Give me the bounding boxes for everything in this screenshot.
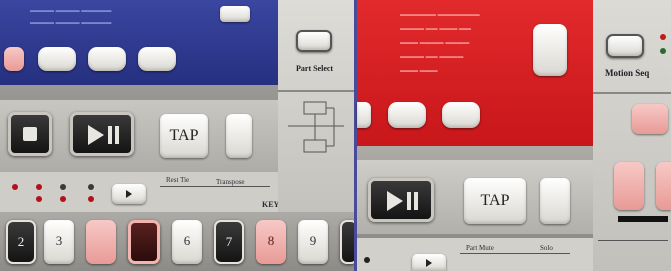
right-arrow-icon-2 (426, 259, 432, 267)
transpose-label: Transpose (216, 178, 245, 186)
middle-divider (278, 90, 354, 92)
pad-2-label: 2 (17, 234, 25, 249)
tap-button-left[interactable]: TAP (160, 114, 208, 158)
led-red-5 (88, 196, 94, 202)
tap-label-right: TAP (480, 192, 510, 209)
left-pink-edge-button[interactable] (4, 47, 24, 71)
led-bottom-dark (364, 257, 370, 263)
pad-7[interactable]: 7 (214, 220, 244, 264)
tap-label-left: TAP (169, 127, 199, 144)
play-pause-button-right[interactable] (368, 178, 434, 222)
far-right-black-bar (618, 216, 668, 222)
pad-6[interactable]: 6 (172, 220, 202, 264)
left-display-button-1[interactable] (38, 47, 76, 71)
far-right-pink-button-top[interactable] (632, 104, 668, 134)
left-display-ghost-text: ▬▬▬▬ ▬▬▬▬ ▬▬▬▬▬ (30, 8, 112, 14)
led-red-1 (12, 184, 18, 190)
rest-tie-label: Rest Tie (166, 176, 190, 184)
play-pause-icon (88, 125, 119, 145)
part-mute-label: Part Mute (466, 244, 494, 252)
far-right-bottom-line (598, 240, 668, 241)
led-red-3 (36, 196, 42, 202)
led-red-4 (60, 196, 66, 202)
right-bottom-panel (357, 238, 593, 271)
right-display-ghost-4: ▬▬▬▬ ▬▬ ▬▬▬▬ (400, 54, 464, 60)
part-select-label: Part Select (296, 64, 334, 73)
far-right-pink-button-2[interactable] (656, 162, 671, 210)
signal-flow-diagram (288, 101, 344, 153)
left-display-button-2[interactable] (88, 47, 126, 71)
pad-3[interactable]: 3 (44, 220, 74, 264)
right-display-button-0[interactable] (357, 102, 371, 128)
solo-label: Solo (540, 244, 553, 252)
led-dark-2 (88, 184, 94, 190)
pad-7-label: 7 (225, 234, 233, 249)
silk-line-2 (460, 253, 570, 254)
right-arrow-button-2[interactable] (412, 254, 446, 271)
far-right-pink-button-1[interactable] (614, 162, 644, 210)
play-pause-icon-right (387, 191, 418, 211)
motion-seq-led-green (660, 48, 666, 54)
pad-5[interactable] (128, 220, 160, 264)
led-red-2 (36, 184, 42, 190)
right-tall-button[interactable] (540, 178, 570, 224)
pad-9-label: 9 (309, 233, 317, 248)
far-right-divider (593, 92, 671, 94)
pad-9[interactable]: 9 (298, 220, 328, 264)
left-tall-button[interactable] (226, 114, 252, 158)
play-pause-button[interactable] (70, 112, 134, 156)
motion-seq-label: Motion Seq (605, 68, 650, 78)
pad-4[interactable] (86, 220, 116, 264)
stop-icon (23, 127, 37, 141)
right-display-button-2[interactable] (442, 102, 480, 128)
right-display-ghost-3: ▬▬▬ ▬▬▬▬ ▬▬▬▬ (400, 40, 470, 46)
right-arrow-button[interactable] (112, 184, 146, 204)
right-arrow-icon (126, 190, 132, 198)
pad-8[interactable]: 8 (256, 220, 286, 264)
motion-seq-led-red (660, 34, 666, 40)
left-display-ghost-text-2: ▬▬▬▬ ▬▬▬▬ ▬▬▬▬▬ (30, 20, 112, 26)
tap-button-right[interactable]: TAP (464, 178, 526, 224)
part-select-button[interactable] (296, 30, 332, 52)
right-display-tall-button[interactable] (533, 24, 567, 76)
motion-seq-button[interactable] (606, 34, 644, 58)
right-display-ghost-2: ▬▬▬▬ ▬▬ ▬▬▬ ▬▬ (400, 26, 472, 32)
silk-line-1 (160, 186, 270, 187)
left-top-small-button[interactable] (220, 6, 250, 22)
stop-button[interactable] (8, 112, 52, 156)
right-display-ghost-5: ▬▬▬ ▬▬▬ (400, 68, 438, 74)
pad-8-label: 8 (267, 233, 275, 248)
pad-2[interactable]: 2 (6, 220, 36, 264)
right-display-ghost-1: ▬▬▬▬▬▬ ▬▬▬▬▬▬▬ (400, 12, 480, 18)
led-dark-1 (60, 184, 66, 190)
pad-6-label: 6 (183, 233, 191, 248)
left-display-button-3[interactable] (138, 47, 176, 71)
right-display-button-1[interactable] (388, 102, 426, 128)
pad-3-label: 3 (55, 233, 63, 248)
